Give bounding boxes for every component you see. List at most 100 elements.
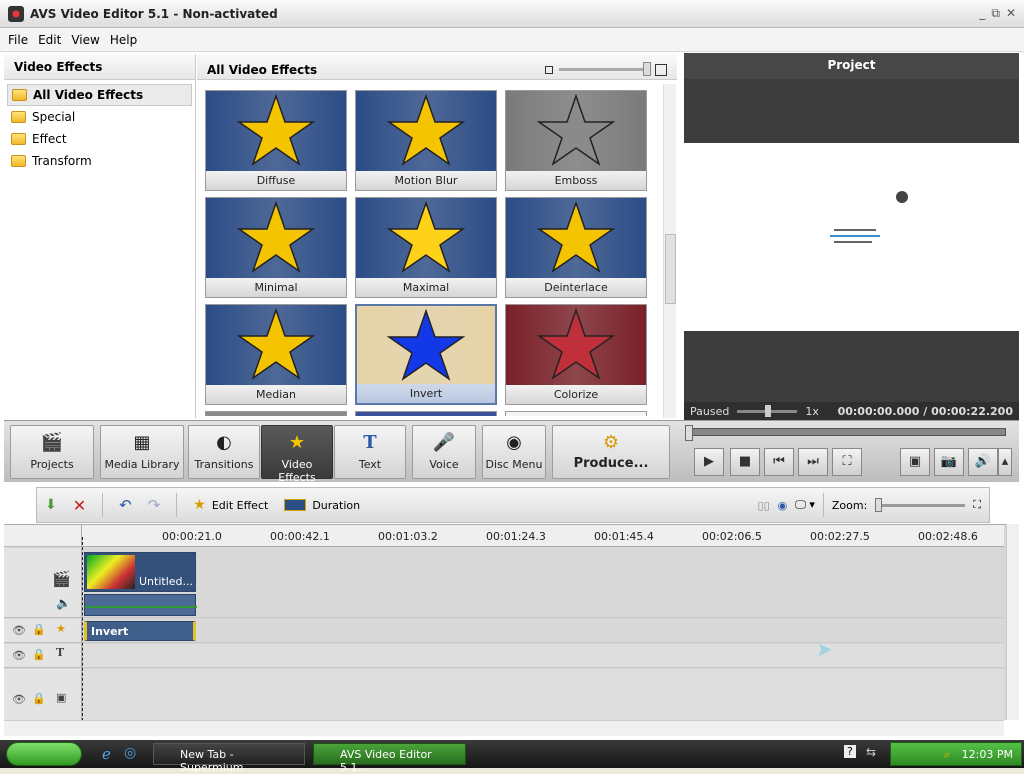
effect-tile[interactable]: Diffuse — [205, 90, 347, 191]
app-logo-icon — [8, 5, 24, 22]
seek-bar[interactable] — [685, 425, 1006, 441]
effect-tile-partial[interactable] — [505, 411, 647, 416]
lock-icon[interactable]: 🔒 — [32, 648, 46, 661]
effect-tile[interactable]: Median — [205, 304, 347, 405]
disc-menu-label: Disc Menu — [485, 458, 543, 471]
projects-button[interactable]: 🎬 Projects — [10, 425, 94, 479]
browser-quicklaunch-icon[interactable]: ◎ — [124, 745, 136, 761]
stop-button[interactable]: ■ — [730, 448, 760, 476]
zoom-knob[interactable] — [875, 497, 883, 512]
next-button[interactable]: ⏭ — [798, 448, 828, 476]
text-track-icon: T — [56, 646, 65, 659]
network-tray-icon[interactable]: ⇆ — [866, 745, 876, 759]
effect-preview-image — [506, 305, 646, 385]
visibility-eye-icon[interactable]: 👁 — [12, 624, 26, 637]
taskbar-item-supermium[interactable]: New Tab - Supermium — [153, 743, 305, 774]
lock-icon[interactable]: 🔒 — [32, 692, 46, 705]
time-ruler[interactable]: 00:00:21.0 00:00:42.1 00:01:03.2 00:01:24.3… — [82, 525, 1004, 547]
minimize-button[interactable]: _ — [979, 6, 985, 21]
effect-tile[interactable]: Minimal — [205, 197, 347, 298]
taskbar-item-avs[interactable]: AVS Video Editor 5.1... — [313, 743, 466, 774]
text-button[interactable]: T Text — [334, 425, 406, 479]
thumbnail-size-slider[interactable] — [545, 62, 667, 76]
speed-knob[interactable] — [765, 404, 772, 417]
timeline-horizontal-scrollbar[interactable] — [4, 720, 1004, 736]
slider-knob[interactable] — [643, 62, 651, 76]
disc-menu-button[interactable]: ◉ Disc Menu — [482, 425, 546, 479]
start-button[interactable] — [6, 742, 82, 766]
effect-tile[interactable]: Emboss — [505, 90, 647, 191]
effect-tile-partial[interactable] — [205, 411, 347, 416]
category-all-video-effects[interactable]: All Video Effects — [7, 84, 192, 106]
visibility-eye-icon[interactable]: 👁 — [12, 693, 26, 706]
video-clip[interactable]: Untitled... — [84, 552, 196, 592]
close-button[interactable]: ✕ — [1006, 6, 1016, 21]
menu-help[interactable]: Help — [110, 33, 137, 47]
webcam-icon[interactable]: ◉ — [778, 499, 788, 512]
effect-tile[interactable]: Maximal — [355, 197, 497, 298]
undo-icon[interactable]: ↶ — [119, 496, 132, 514]
snapshot-button[interactable]: 📷 — [934, 448, 964, 476]
slider-track[interactable] — [559, 62, 651, 76]
audio-waveform-clip[interactable] — [84, 594, 197, 616]
transitions-button[interactable]: ◐ Transitions — [188, 425, 260, 479]
video-effects-button[interactable]: ★ Video Effects — [261, 425, 333, 484]
duration-button[interactable]: Duration — [284, 499, 360, 512]
delete-icon[interactable]: ✕ — [73, 496, 86, 515]
menu-edit[interactable]: Edit — [38, 33, 61, 47]
media-library-label: Media Library — [104, 458, 180, 471]
restore-button[interactable]: ⧉ — [991, 6, 1000, 21]
produce-button[interactable]: ⚙ Produce... — [552, 425, 670, 479]
category-label: Special — [32, 110, 76, 124]
invert-effect-clip[interactable]: Invert — [84, 621, 196, 641]
fullscreen-button[interactable]: ⛶ — [832, 448, 862, 476]
playhead-line[interactable] — [82, 537, 83, 721]
monitor-dropdown-icon[interactable]: 🖵 ▾ — [795, 498, 815, 512]
help-tray-icon[interactable]: ? — [844, 745, 856, 758]
volume-button[interactable]: 🔊 — [968, 448, 998, 476]
menu-view[interactable]: View — [71, 33, 99, 47]
category-transform[interactable]: Transform — [7, 150, 192, 172]
effect-tile[interactable]: Invert — [355, 304, 497, 405]
edit-effect-button[interactable]: ★ Edit Effect — [193, 497, 268, 513]
more-button[interactable]: ▴ — [998, 448, 1012, 476]
separator — [102, 493, 104, 517]
media-library-button[interactable]: ▦ Media Library — [100, 425, 184, 479]
category-label: Transform — [32, 154, 92, 168]
redo-icon[interactable]: ↷ — [148, 496, 161, 514]
fit-timeline-icon[interactable]: ⛶ — [973, 498, 981, 512]
voice-button[interactable]: 🎤 Voice — [412, 425, 476, 479]
gallery-scrollbar[interactable] — [663, 84, 676, 418]
effect-tile[interactable]: Colorize — [505, 304, 647, 405]
title-bar[interactable]: AVS Video Editor 5.1 - Non-activated _ ⧉… — [0, 0, 1024, 28]
split-icon[interactable]: ▯▯ — [758, 499, 770, 512]
play-button[interactable]: ▶ — [694, 448, 724, 476]
previous-button[interactable]: ⏮ — [764, 448, 794, 476]
category-effect[interactable]: Effect — [7, 128, 192, 150]
seek-knob[interactable] — [685, 425, 693, 441]
video-track-header: 🎬 🔈 — [4, 548, 82, 618]
add-marker-icon[interactable]: ⬇ — [45, 497, 57, 513]
zoom-slider[interactable] — [875, 497, 966, 512]
large-thumbnail-icon — [655, 63, 667, 76]
timeline-vertical-scrollbar[interactable] — [1006, 524, 1019, 720]
visibility-eye-icon[interactable]: 👁 — [12, 649, 26, 662]
category-special[interactable]: Special — [7, 106, 192, 128]
audio-mute-icon[interactable]: 🔈 — [56, 596, 71, 610]
menu-file[interactable]: File — [8, 33, 28, 47]
scrollbar-thumb[interactable] — [665, 234, 676, 304]
effect-tile[interactable]: Deinterlace — [505, 197, 647, 298]
search-icon[interactable]: ⌕ — [944, 748, 950, 761]
category-panel-title: Video Effects — [4, 54, 195, 80]
category-label: All Video Effects — [33, 88, 144, 102]
ie-icon[interactable]: ℯ — [102, 745, 111, 763]
ruler-tick-label: 00:01:24.3 — [486, 530, 546, 543]
speed-slider[interactable] — [737, 404, 798, 417]
fit-button[interactable]: ▣ — [900, 448, 930, 476]
text-track-header: 👁 🔒 T — [4, 644, 82, 668]
lock-icon[interactable]: 🔒 — [32, 623, 46, 636]
effect-tile[interactable]: Motion Blur — [355, 90, 497, 191]
category-tree: All Video Effects Special Effect Transfo… — [4, 80, 195, 176]
star-icon — [236, 307, 316, 380]
effect-tile-partial[interactable] — [355, 411, 497, 416]
